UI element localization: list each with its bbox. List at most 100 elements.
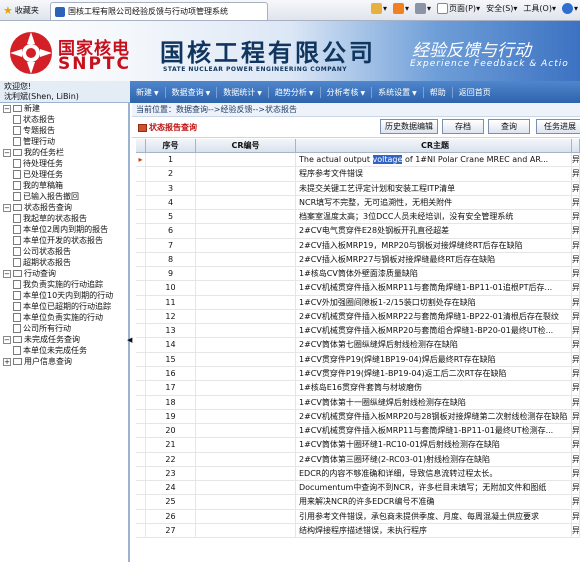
menu-trend-analysis[interactable]: 趋势分析 ▼: [269, 86, 321, 98]
row-subject[interactable]: 1#CV筒体第十圈环缝1-RC10-01焊后射线检测存在缺陷: [296, 438, 572, 452]
row-subject[interactable]: 程序参考文件错误: [296, 167, 572, 181]
tree-item[interactable]: 本单位未完成任务: [0, 345, 128, 356]
query-button[interactable]: 查询: [488, 119, 530, 134]
table-row[interactable]: 11 1#CV外加强圈间隙板1-2/15装口切割处存在缺陷异: [136, 295, 580, 310]
tree-item[interactable]: 专题报告: [0, 125, 128, 136]
table-row[interactable]: 27 结构焊接程序描述错误，未执行程序异: [136, 523, 580, 539]
row-subject[interactable]: 未提交关键工艺评定计划和安装工程ITP清单: [296, 181, 572, 195]
table-row[interactable]: 4 NCR填写不完整，无可追溯性，无相关附件异: [136, 195, 580, 211]
row-subject[interactable]: 1#CV贯穿件P19(焊缝1-BP19-04)返工后二次RT存在缺陷: [296, 366, 572, 381]
row-subject[interactable]: 用来解决NCR的许多EDCR编号不准确: [296, 495, 572, 509]
table-row[interactable]: 2 程序参考文件错误异: [136, 167, 580, 182]
table-row[interactable]: 22 2#CV筒体第三圈环缝(2-RC03-01)射线检测存在缺陷异: [136, 452, 580, 467]
tree-item[interactable]: 待处理任务: [0, 158, 128, 169]
feeds-button[interactable]: ▾: [392, 3, 409, 14]
favorites-button[interactable]: ★ 收藏夹: [0, 4, 50, 17]
tree-item[interactable]: 我起草的状态报告: [0, 213, 128, 224]
tree-group-new[interactable]: − 新建: [0, 103, 128, 114]
row-subject[interactable]: 1#CV机械贯穿件插入板MRP11与套筒焊缝1-BP11-01最终UT检测存..…: [296, 424, 572, 438]
row-subject[interactable]: 1#CV机械贯穿件插入板MRP11与套筒角焊缝1-BP11-01追根PT后存..…: [296, 281, 572, 295]
table-row[interactable]: 17 1#核岛E16贯穿件套筒与材坡磨伤异: [136, 381, 580, 396]
tree-item[interactable]: 超期状态报告: [0, 257, 128, 268]
table-row[interactable]: 18 1#CV筒体第十一圈纵缝焊后射线检测存在缺陷异: [136, 395, 580, 410]
tree-item[interactable]: 已处理任务: [0, 169, 128, 180]
row-subject[interactable]: 1#核岛E16贯穿件套筒与材坡磨伤: [296, 381, 572, 395]
tree-item[interactable]: 公司状态报告: [0, 246, 128, 257]
tree-group-unfinished-tasks[interactable]: − 未完成任务查询: [0, 334, 128, 345]
menu-system-settings[interactable]: 系统设置 ▼: [372, 86, 424, 98]
col-cr-number[interactable]: CR编号: [196, 139, 296, 152]
table-row[interactable]: 23 EDCR的内容不够准确和详细，导致信息流转过程太长。异: [136, 466, 580, 482]
menu-new[interactable]: 新建 ▼: [130, 86, 166, 98]
table-row[interactable]: 21 1#CV筒体第十圈环缝1-RC10-01焊后射线检测存在缺陷异: [136, 438, 580, 453]
help-button[interactable]: ▾: [561, 3, 578, 14]
table-row[interactable]: 7 2#CV插入板MRP19，MRP20与钢板对接焊缝终RT后存在缺陷异: [136, 238, 580, 253]
row-subject[interactable]: 1#CV机械贯穿件插入板MRP20与套筒组合焊缝1-BP20-01最终UT检..…: [296, 324, 572, 338]
page-menu-button[interactable]: 页面(P)▾: [436, 3, 480, 14]
row-subject[interactable]: 2#CV筒体第三圈环缝(2-RC03-01)射线检测存在缺陷: [296, 452, 572, 466]
table-row[interactable]: 6 2#CV电气贯穿件E28处钢板开孔直径超差异: [136, 224, 580, 239]
tree-item[interactable]: 已输入报告撤回: [0, 191, 128, 202]
table-row[interactable]: 15 1#CV贯穿件P19(焊缝1BP19-04)焊后最终RT存在缺陷异: [136, 352, 580, 367]
col-index[interactable]: 序号: [146, 139, 196, 152]
row-subject[interactable]: 2#CV机械贯穿件插入板MRP20与28钢板对接焊缝第二次射线检测存在缺陷: [296, 409, 572, 424]
tree-item[interactable]: 公司所有行动: [0, 323, 128, 334]
tree-item[interactable]: 状态报告: [0, 114, 128, 125]
table-row[interactable]: ▸ 1 The actual output voltage of 1#NI Pola…: [136, 153, 580, 168]
tree-item[interactable]: 本单位负责实施的行动: [0, 312, 128, 323]
table-row[interactable]: 9 1#核岛CV筒体外壁面漆质量缺陷异: [136, 267, 580, 282]
menu-home[interactable]: 返回首页: [453, 87, 497, 98]
tree-item[interactable]: 本单位10天内到期的行动: [0, 290, 128, 301]
task-progress-button[interactable]: 任务进展: [536, 119, 580, 134]
tree-group-action-query[interactable]: − 行动查询: [0, 268, 128, 279]
row-subject[interactable]: 1#CV贯穿件P19(焊缝1BP19-04)焊后最终RT存在缺陷: [296, 352, 572, 366]
row-subject[interactable]: 2#CV插入板MRP19，MRP20与钢板对接焊缝终RT后存在缺陷: [296, 238, 572, 252]
row-subject[interactable]: 2#CV插入板MRP27与钢板对接焊缝最终RT后存在缺陷: [296, 252, 572, 267]
row-subject[interactable]: 2#CV筒体第七圈纵缝焊后射线检测存在缺陷: [296, 338, 572, 352]
table-row[interactable]: 3 未提交关键工艺评定计划和安装工程ITP清单异: [136, 181, 580, 196]
menu-data-query[interactable]: 数据查询 ▼: [166, 86, 218, 98]
table-row[interactable]: 5 档案室温度太高；3位DCC人员未经培训，没有安全管理系统异: [136, 210, 580, 225]
archive-button[interactable]: 存档: [442, 119, 484, 134]
tree-item[interactable]: 本单位已超期的行动追踪: [0, 301, 128, 312]
tree-group-my-tasks[interactable]: − 我的任务栏: [0, 147, 128, 158]
row-subject[interactable]: 1#CV筒体第十一圈纵缝焊后射线检测存在缺陷: [296, 395, 572, 409]
menu-help[interactable]: 帮助: [424, 86, 453, 98]
table-row[interactable]: 25 用来解决NCR的许多EDCR编号不准确异: [136, 495, 580, 510]
row-subject[interactable]: The actual output voltage of 1#NI Polar …: [296, 153, 572, 167]
table-row[interactable]: 8 2#CV插入板MRP27与钢板对接焊缝最终RT后存在缺陷异: [136, 252, 580, 268]
row-subject[interactable]: 引用参考文件错误，承包商未提供季度、月度、每周混凝土供应要求: [296, 509, 572, 523]
browser-tab[interactable]: 国核工程有限公司经验反馈与行动项管理系统: [50, 2, 268, 20]
tree-item[interactable]: 本单位2周内到期的报告: [0, 224, 128, 235]
col-cr-subject[interactable]: CR主题: [296, 139, 572, 152]
row-subject[interactable]: 1#CV外加强圈间隙板1-2/15装口切割处存在缺陷: [296, 295, 572, 309]
row-subject[interactable]: Documentum中查询不到NCR，许多栏目未填写；无附加文件和图纸: [296, 481, 572, 495]
row-subject[interactable]: 2#CV电气贯穿件E28处钢板开孔直径超差: [296, 224, 572, 238]
print-button[interactable]: ▾: [414, 3, 431, 14]
tree-item[interactable]: 本单位开发的状态报告: [0, 235, 128, 246]
table-row[interactable]: 12 2#CV机械贯穿件插入板MRP22与套筒角焊缝1-BP22-01清根后存在裂…: [136, 309, 580, 325]
home-button[interactable]: ▾: [370, 3, 387, 14]
menu-assessment[interactable]: 分析考核 ▼: [321, 86, 373, 98]
row-subject[interactable]: 结构焊接程序描述错误，未执行程序: [296, 523, 572, 538]
history-edit-button[interactable]: 历史数据编辑: [380, 119, 438, 134]
table-row[interactable]: 24 Documentum中查询不到NCR，许多栏目未填写；无附加文件和图纸异: [136, 481, 580, 496]
table-row[interactable]: 20 1#CV机械贯穿件插入板MRP11与套筒焊缝1-BP11-01最终UT检测存…: [136, 424, 580, 439]
row-subject[interactable]: 档案室温度太高；3位DCC人员未经培训，没有安全管理系统: [296, 210, 572, 224]
row-subject[interactable]: NCR填写不完整，无可追溯性，无相关附件: [296, 195, 572, 210]
row-subject[interactable]: 1#核岛CV筒体外壁面漆质量缺陷: [296, 267, 572, 281]
tree-item[interactable]: 我负责实施的行动追踪: [0, 279, 128, 290]
col-status[interactable]: [572, 139, 580, 152]
tree-item[interactable]: 管理行动: [0, 136, 128, 147]
table-row[interactable]: 14 2#CV筒体第七圈纵缝焊后射线检测存在缺陷异: [136, 338, 580, 353]
table-row[interactable]: 16 1#CV贯穿件P19(焊缝1-BP19-04)返工后二次RT存在缺陷异: [136, 366, 580, 382]
tree-item[interactable]: 我的草稿箱: [0, 180, 128, 191]
menu-data-stats[interactable]: 数据统计 ▼: [217, 86, 269, 98]
tree-group-user-info[interactable]: + 用户信息查询: [0, 356, 128, 367]
table-row[interactable]: 26 引用参考文件错误，承包商未提供季度、月度、每周混凝土供应要求异: [136, 509, 580, 524]
table-row[interactable]: 19 2#CV机械贯穿件插入板MRP20与28钢板对接焊缝第二次射线检测存在缺陷异: [136, 409, 580, 425]
tree-group-status-report-query[interactable]: − 状态报告查询: [0, 202, 128, 213]
table-row[interactable]: 10 1#CV机械贯穿件插入板MRP11与套筒角焊缝1-BP11-01追根PT后存…: [136, 281, 580, 296]
tools-menu-button[interactable]: 工具(O)▾: [523, 3, 556, 14]
row-subject[interactable]: 2#CV机械贯穿件插入板MRP22与套筒角焊缝1-BP22-01清根后存在裂纹: [296, 309, 572, 324]
